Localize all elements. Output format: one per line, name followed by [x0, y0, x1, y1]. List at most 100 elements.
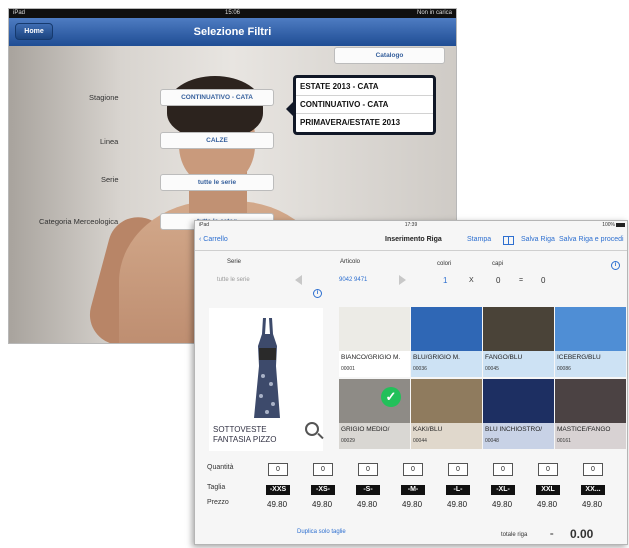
season-option[interactable]: PRIMAVERA/ESTATE 2013: [296, 114, 433, 132]
size-badge: -XL-: [491, 485, 515, 495]
size-badge: XXL: [536, 485, 560, 495]
status-bar: iPad 15:06 Non in carica: [9, 9, 456, 18]
swatch-label: ICEBERG/BLU 00086: [555, 351, 626, 377]
articolo-value[interactable]: 9042 9471: [339, 277, 367, 283]
size-badge: -S-: [356, 485, 380, 495]
season-option[interactable]: ESTATE 2013 - CATA: [296, 78, 433, 96]
salva-riga-button[interactable]: Salva Riga: [521, 229, 555, 251]
next-arrow-icon[interactable]: [399, 275, 406, 285]
swatch-name: GRIGIO MEDIO/: [341, 426, 390, 433]
fabric-image: [483, 307, 554, 351]
product-name-line: FANTASIA PIZZO: [213, 435, 277, 444]
linea-label: Linea: [100, 137, 119, 146]
totale-equals: =: [550, 532, 554, 538]
quantita-label: Quantità: [207, 464, 234, 471]
color-swatch[interactable]: MASTICE/FANGO 00161: [555, 379, 626, 449]
quantity-field[interactable]: 0: [313, 463, 333, 476]
book-icon[interactable]: [503, 236, 514, 245]
duplica-link[interactable]: Duplica solo taglie: [297, 529, 346, 535]
salva-procedi-button[interactable]: Salva Riga e procedi: [559, 229, 624, 251]
quantity-field[interactable]: 0: [583, 463, 603, 476]
color-swatch[interactable]: KAKI/BLU 00044: [411, 379, 482, 449]
fabric-image: [555, 379, 626, 423]
status-time: 17:39: [404, 222, 418, 228]
color-swatch[interactable]: BLU INCHIOSTRO/00048: [483, 379, 554, 449]
product-name-line: SOTTOVESTE: [213, 425, 267, 434]
fabric-image: [555, 307, 626, 351]
quantity-field[interactable]: 0: [448, 463, 468, 476]
color-swatch[interactable]: GRIGIO MEDIO/00029 ✓: [339, 379, 410, 449]
fabric-image: [411, 307, 482, 351]
info-icon[interactable]: i: [611, 261, 620, 270]
stagione-select[interactable]: CONTINUATIVO - CATA: [160, 89, 274, 106]
checkmark-icon: ✓: [381, 387, 401, 407]
stampa-button[interactable]: Stampa: [467, 229, 491, 251]
price-value: 49.80: [357, 500, 378, 509]
battery-icon: [616, 223, 625, 227]
color-swatch[interactable]: BIANCO/GRIGIO M. 00001: [339, 307, 410, 377]
home-button[interactable]: Home: [15, 23, 53, 40]
info-icon[interactable]: i: [313, 289, 322, 298]
swatch-code: 00048: [485, 438, 499, 444]
linea-select[interactable]: CALZE: [160, 132, 274, 149]
zoom-icon[interactable]: [305, 422, 319, 436]
price-value: 49.80: [537, 500, 558, 509]
categoria-label: Categoria Merceologica: [39, 217, 119, 226]
swatch-code: 00001: [341, 366, 355, 372]
swatch-code: 00161: [557, 438, 571, 444]
colori-value: 1: [443, 276, 448, 285]
color-swatch[interactable]: FANGO/BLU 00045: [483, 307, 554, 377]
serie-label: Serie: [227, 259, 242, 265]
model-hair: [167, 76, 263, 138]
previous-arrow-icon[interactable]: [295, 275, 302, 285]
product-image: [254, 318, 280, 418]
fabric-image: [483, 379, 554, 423]
times-sign: X: [469, 277, 474, 284]
swatch-code: 00029: [341, 438, 355, 444]
swatch-label: BLU/GRIGIO M. 00036: [411, 351, 482, 377]
color-swatch[interactable]: ICEBERG/BLU 00086: [555, 307, 626, 377]
product-card[interactable]: SOTTOVESTE FANTASIA PIZZO: [209, 308, 323, 451]
quantity-field[interactable]: 0: [493, 463, 513, 476]
price-value: 49.80: [312, 500, 333, 509]
serie-select[interactable]: tutte le serie: [160, 174, 274, 191]
color-swatch[interactable]: BLU/GRIGIO M. 00036: [411, 307, 482, 377]
status-bar: iPad 17:39 100%: [195, 221, 627, 229]
fabric-image: [339, 307, 410, 351]
battery-status: Non in carica: [416, 10, 452, 16]
swatch-code: 00036: [413, 366, 427, 372]
swatch-label: KAKI/BLU 00044: [411, 423, 482, 449]
totale-riga-value: 0.00: [570, 527, 594, 541]
product-name: SOTTOVESTE FANTASIA PIZZO: [213, 425, 276, 445]
price-value: 49.80: [267, 500, 288, 509]
quantity-field[interactable]: 0: [268, 463, 288, 476]
fabric-image: [411, 379, 482, 423]
swatch-label: FANGO/BLU 00045: [483, 351, 554, 377]
popover-arrow: [286, 102, 293, 116]
swatch-name: ICEBERG/BLU: [557, 354, 601, 361]
total-value: 0: [541, 276, 546, 285]
price-value: 49.80: [402, 500, 423, 509]
serie-value[interactable]: tutte le serie: [217, 277, 250, 283]
articolo-label: Articolo: [340, 259, 361, 265]
back-label: Carrello: [203, 236, 228, 243]
back-button[interactable]: ‹ Carrello: [199, 229, 228, 251]
swatch-code: 00045: [485, 366, 499, 372]
status-time: 15:06: [224, 10, 240, 16]
order-line-screen: iPad 17:39 100% ‹ Carrello Inserimento R…: [194, 220, 628, 545]
season-option[interactable]: CONTINUATIVO - CATA: [296, 96, 433, 114]
catalog-button[interactable]: Catalogo: [334, 47, 445, 64]
quantity-field[interactable]: 0: [403, 463, 423, 476]
swatch-name: KAKI/BLU: [413, 426, 443, 433]
swatch-label: GRIGIO MEDIO/00029: [339, 423, 410, 449]
quantity-field[interactable]: 0: [538, 463, 558, 476]
quantity-field[interactable]: 0: [358, 463, 378, 476]
swatch-name: BLU INCHIOSTRO/: [485, 426, 543, 433]
serie-label: Serie: [101, 175, 119, 184]
size-badge: -XS-: [311, 485, 335, 495]
swatch-name: FANGO/BLU: [485, 354, 523, 361]
price-value: 49.80: [492, 500, 513, 509]
season-popover: ESTATE 2013 - CATA CONTINUATIVO - CATA P…: [286, 75, 436, 135]
stagione-label: Stagione: [89, 93, 119, 102]
capi-label: capi: [492, 261, 504, 267]
